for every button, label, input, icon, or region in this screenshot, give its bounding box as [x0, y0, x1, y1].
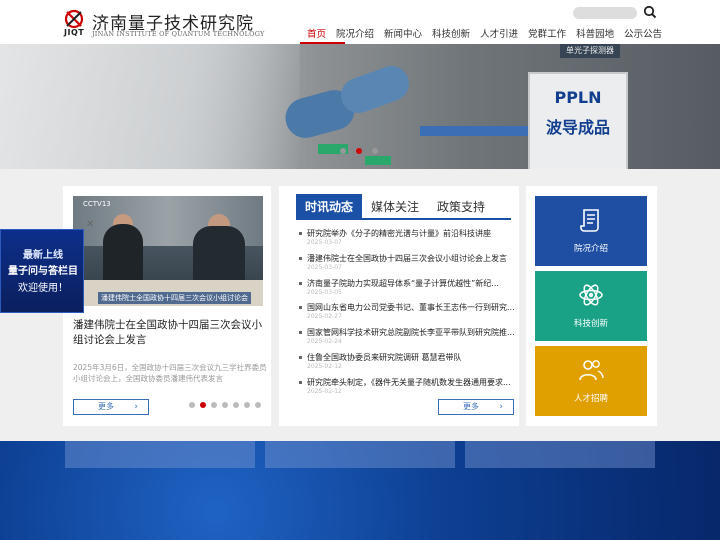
tab-media[interactable]: 媒体关注 [362, 194, 428, 218]
main-nav: 首页 院况介绍 新闻中心 科技创新 人才引进 党群工作 科普园地 公示公告 [302, 28, 667, 44]
featured-more-button[interactable]: 更多 › [73, 399, 149, 415]
institute-logo-icon[interactable] [62, 8, 88, 30]
news-more-button[interactable]: 更多 › [438, 399, 514, 415]
atom-icon [579, 284, 603, 306]
news-item-date: 2025-03-07 [307, 263, 342, 271]
news-item-title: 济南量子院助力实现超导体系“量子计算优越性”新纪... [307, 278, 499, 288]
tabs-divider [296, 218, 511, 220]
more-label: 更多 [98, 402, 114, 411]
news-item-date: 2025-02-24 [307, 338, 342, 346]
quick-link-innovation[interactable]: 科技创新 [535, 271, 647, 341]
site-name-en: JINAN INSTITUTE OF QUANTUM TECHNOLOGY [92, 30, 265, 38]
featured-dot[interactable] [222, 402, 228, 408]
popup-line-2: 量子问与答栏目 [8, 266, 78, 277]
footer-tile [465, 441, 655, 468]
banner-chip [365, 156, 391, 165]
tab-policy[interactable]: 政策支持 [428, 194, 494, 218]
banner-dot-active[interactable] [356, 148, 362, 154]
featured-news-photo[interactable]: CCTV13 潘建伟院士全国政协十四届三次会议小组讨论会 [73, 196, 263, 306]
list-item[interactable]: 潘建伟院士在全国政协十四届三次会议小组讨论会上发言 2025-03-07 [297, 253, 517, 278]
more-label: 更多 [463, 402, 479, 411]
chevron-right-icon: › [499, 402, 503, 412]
quick-link-about[interactable]: 院况介绍 [535, 196, 647, 266]
chevron-right-icon: › [134, 402, 138, 412]
hero-banner[interactable]: 单光子探测器 PPLN 波导成品 [0, 44, 720, 169]
list-item[interactable]: 国家管网科学技术研究总院副院长李亚平带队到研究院推... 2025-02-24 [297, 327, 517, 352]
banner-top-sign: 单光子探测器 [560, 44, 620, 58]
list-item[interactable]: 研究院牵头制定，《器件无关量子随机数发生器通用要求... 2025-02-12 [297, 377, 517, 402]
featured-dot[interactable] [255, 402, 261, 408]
banner-sign-line2: 波导成品 [545, 118, 610, 137]
photo-person [193, 226, 245, 286]
news-item-title: 研究院牵头制定，《器件无关量子随机数发生器通用要求... [307, 377, 511, 387]
news-item-title: 国网山东省电力公司党委书记、董事长王志伟一行到研究... [307, 303, 515, 313]
featured-dot[interactable] [244, 402, 250, 408]
list-item[interactable]: 济南量子院助力实现超导体系“量子计算优越性”新纪... 2025-03-05 [297, 278, 517, 303]
site-header: JIQT 济南量子技术研究院 JINAN INSTITUTE OF QUANTU… [0, 0, 720, 44]
document-scroll-icon [580, 209, 599, 232]
news-item-date: 2025-02-27 [307, 313, 342, 321]
search-icon[interactable] [643, 5, 657, 19]
search-input[interactable] [573, 7, 637, 19]
news-item-title: 国家管网科学技术研究总院副院长李亚平带队到研究院推... [307, 328, 515, 338]
nav-item-science[interactable]: 科普园地 [571, 28, 619, 44]
news-item-title: 研究院举办《分子的精密光谱与计量》前沿科技讲座 [307, 229, 491, 238]
list-item[interactable]: 研究院举办《分子的精密光谱与计量》前沿科技讲座 2025-03-07 [297, 228, 517, 253]
news-item-date: 2025-03-07 [307, 239, 342, 246]
nav-item-notices[interactable]: 公示公告 [619, 28, 667, 44]
list-item[interactable]: 住鲁全国政协委员来研究院调研 葛慧君带队 2025-02-12 [297, 352, 517, 377]
banner-dot[interactable] [372, 148, 378, 154]
popup-line-1: 最新上线 [23, 250, 63, 261]
nav-item-talent[interactable]: 人才引进 [475, 28, 523, 44]
nav-item-innovation[interactable]: 科技创新 [427, 28, 475, 44]
close-icon[interactable]: ✕ [86, 219, 94, 230]
quick-link-label: 院况介绍 [573, 244, 608, 254]
news-item-title: 潘建伟院士在全国政协十四届三次会议小组讨论会上发言 [307, 253, 507, 263]
people-icon [579, 360, 604, 381]
banner-dot[interactable] [340, 148, 346, 154]
news-item-title: 住鲁全国政协委员来研究院调研 葛慧君带队 [307, 352, 462, 362]
qa-popup-banner[interactable]: 最新上线 量子问与答栏目 欢迎使用！ [0, 229, 84, 313]
news-list-card: 时讯动态 媒体关注 政策支持 研究院举办《分子的精密光谱与计量》前沿科技讲座 2… [279, 186, 519, 426]
popup-line-3: 欢迎使用！ [18, 283, 68, 294]
footer-tile [265, 441, 455, 468]
nav-item-news[interactable]: 新闻中心 [379, 28, 427, 44]
news-list: 研究院举办《分子的精密光谱与计量》前沿科技讲座 2025-03-07 潘建伟院士… [297, 228, 517, 402]
featured-pagination [189, 402, 261, 408]
banner-sign: PPLN 波导成品 [528, 72, 628, 169]
logo-abbreviation: JIQT [64, 28, 85, 37]
list-item[interactable]: 国网山东省电力公司党委书记、董事长王志伟一行到研究... 2025-02-27 [297, 302, 517, 327]
news-item-date: 2025-03-05 [307, 288, 342, 296]
banner-device-rail [420, 126, 530, 136]
banner-pagination [340, 148, 378, 154]
page: JIQT 济南量子技术研究院 JINAN INSTITUTE OF QUANTU… [0, 0, 720, 540]
quick-link-recruitment[interactable]: 人才招聘 [535, 346, 647, 416]
banner-sign-line1: PPLN [554, 88, 602, 107]
featured-news-headline[interactable]: 潘建伟院士在全国政协十四届三次会议小组讨论会上发言 [73, 318, 268, 348]
footer-tile [65, 441, 255, 468]
quick-link-label: 人才招聘 [573, 394, 608, 404]
featured-dot[interactable] [189, 402, 195, 408]
featured-news-summary: 2025年3月6日，全国政协十四届三次会议九三学社界委员小组讨论会上，全国政协委… [73, 363, 267, 383]
tab-news-updates[interactable]: 时讯动态 [296, 194, 363, 218]
photo-caption: 潘建伟院士全国政协十四届三次会议小组讨论会 [98, 292, 251, 304]
photo-person [103, 224, 143, 284]
quick-link-label: 科技创新 [573, 319, 608, 329]
featured-dot-active[interactable] [200, 402, 206, 408]
news-item-date: 2025-02-12 [307, 387, 342, 395]
news-tabs: 时讯动态 媒体关注 政策支持 [296, 194, 494, 218]
featured-dot[interactable] [233, 402, 239, 408]
featured-dot[interactable] [211, 402, 217, 408]
banner-glove-right [336, 61, 414, 118]
news-item-date: 2025-02-12 [307, 362, 342, 370]
banner-lab-background [0, 44, 300, 169]
nav-item-party[interactable]: 党群工作 [523, 28, 571, 44]
photo-channel-logo: CCTV13 [83, 200, 111, 208]
